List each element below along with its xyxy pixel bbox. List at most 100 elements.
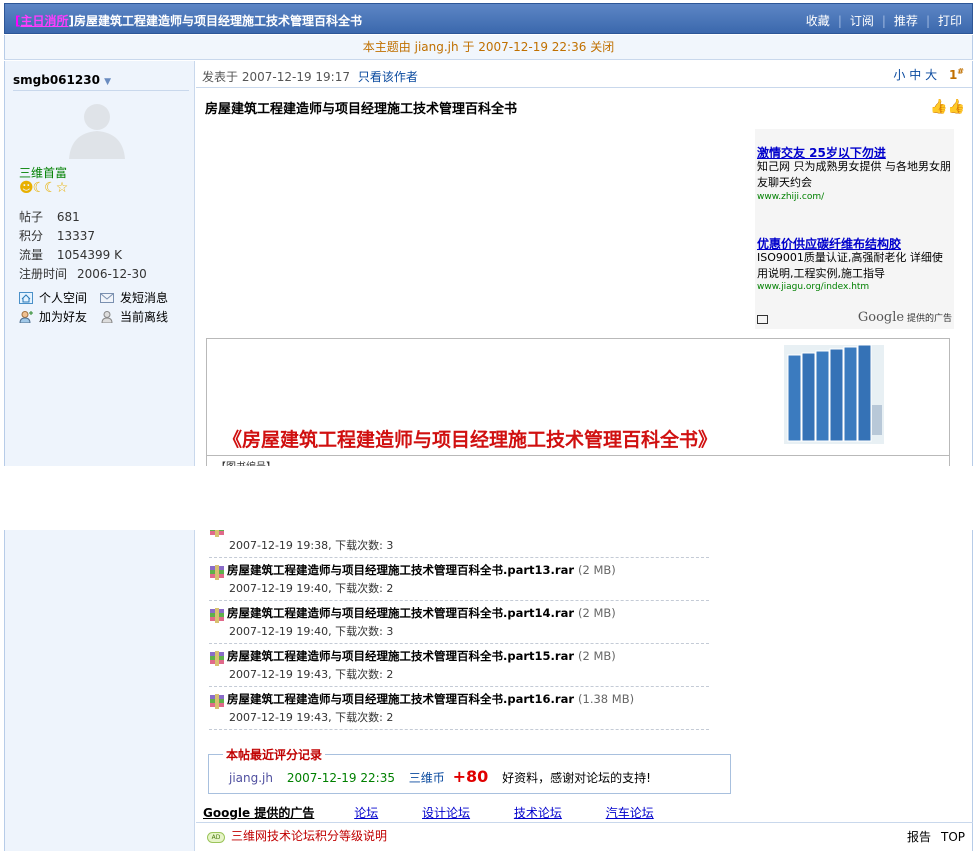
add-friend-link[interactable]: 加为好友 — [19, 308, 87, 325]
thread-tag[interactable]: 主日消所 — [20, 14, 68, 28]
font-size-medium[interactable]: 中 — [909, 68, 921, 82]
rating-points: +80 — [452, 767, 489, 786]
ad-block: 激情交友 25岁以下勿进 知己网 只为成熟男女提供 与各地男女朋友聊天约会 ww… — [755, 129, 954, 329]
attachment-meta: 2007-12-19 19:43, 下载次数: 2 — [229, 711, 394, 724]
thread-title-bar: [主日消所]房屋建筑工程建造师与项目经理施工技术管理百科全书 收藏 | 订阅 | 推荐 |… — [4, 3, 973, 34]
avatar — [69, 104, 125, 159]
book-title: 《房屋建筑工程建造师与项目经理施工技术管理百科全书》 — [223, 429, 718, 451]
rating-record: 本帖最近评分记录 jiang.jh 2007-12-19 22:35 三维币 +… — [208, 746, 731, 794]
footer-ad: AD 三维网技术论坛积分等级说明 — [207, 827, 387, 844]
thread-title: [主日消所]房屋建筑工程建造师与项目经理施工技术管理百科全书 — [15, 12, 362, 29]
post-header: 发表于 2007-12-19 19:17 只看该作者 小 中 大 1# — [196, 61, 973, 87]
username-menu[interactable]: smgb061230 ▼ — [13, 73, 189, 91]
stat-label: 积分 — [19, 229, 44, 243]
stat-posts: 帖子 681 — [19, 208, 80, 225]
rating-caption: 本帖最近评分记录 — [223, 746, 326, 763]
subscribe-link[interactable]: 订阅 — [850, 14, 874, 28]
ad-link-tech-forum[interactable]: 技术论坛 — [514, 806, 562, 820]
ad-link-design-forum[interactable]: 设计论坛 — [422, 806, 470, 820]
offline-user-icon — [101, 311, 113, 323]
attachment-meta: 2007-12-19 19:38, 下载次数: 3 — [229, 539, 394, 552]
attachment-link[interactable]: 房屋建筑工程建造师与项目经理施工技术管理百科全书.part16.rar (1.3… — [227, 691, 634, 707]
report-link[interactable]: 报告 — [907, 830, 931, 844]
separator: | — [837, 14, 842, 28]
attachment-meta: 2007-12-19 19:43, 下载次数: 2 — [229, 668, 394, 681]
font-size-large[interactable]: 大 — [925, 68, 937, 82]
send-message-link[interactable]: 发短消息 — [100, 289, 168, 306]
divider — [207, 455, 949, 456]
ad-description: ISO9001质量认证,高强耐老化 详细使用说明,工程实例,施工指导 — [757, 251, 943, 280]
stat-label: 流量 — [19, 248, 44, 262]
post-tools: 小 中 大 1# — [893, 66, 964, 83]
divider — [196, 87, 973, 88]
attachment-meta: 2007-12-19 19:40, 下载次数: 3 — [229, 625, 394, 638]
post-title: 房屋建筑工程建造师与项目经理施工技术管理百科全书 — [205, 102, 518, 117]
stat-label: 注册时间 — [19, 267, 68, 281]
divider — [972, 61, 973, 466]
thread-actions: 收藏 | 订阅 | 推荐 | 打印 — [806, 12, 962, 29]
stat-label: 帖子 — [19, 210, 44, 224]
google-logo: Google — [857, 310, 905, 325]
stat-points: 积分 13337 — [19, 227, 95, 244]
stat-value: 1054399 K — [56, 248, 122, 262]
floor-number[interactable]: 1# — [949, 67, 964, 82]
ad-url[interactable]: www.jiagu.org/index.htm — [757, 282, 869, 292]
home-icon — [19, 292, 33, 304]
post-footer-actions: 报告 TOP — [897, 828, 965, 845]
recommend-link[interactable]: 推荐 — [894, 14, 918, 28]
favorite-link[interactable]: 收藏 — [806, 14, 830, 28]
google-ads-label: Google 提供的广告 — [857, 310, 952, 325]
attachment-item: 房屋建筑工程建造师与项目经理施工技术管理百科全书.part16.rar (1.3… — [209, 687, 709, 730]
ad-description: 知己网 只为成熟男女提供 与各地男女朋友聊天约会 — [757, 160, 951, 189]
book-banner: 《房屋建筑工程建造师与项目经理施工技术管理百科全书》 — [206, 338, 950, 466]
rar-archive-icon — [210, 608, 224, 623]
rank-stars-icon: ☻☾☾☆ — [19, 180, 68, 196]
username[interactable]: smgb061230 — [13, 73, 100, 87]
rating-row: jiang.jh 2007-12-19 22:35 三维币 +80 好资料，感谢… — [229, 767, 651, 786]
only-author-link[interactable]: 只看该作者 — [358, 70, 418, 84]
rar-archive-icon — [210, 565, 224, 580]
thread-title-text: 房屋建筑工程建造师与项目经理施工技术管理百科全书 — [73, 14, 362, 28]
separator: | — [881, 14, 886, 28]
thumbs-up-icon[interactable]: 👍👍 — [930, 99, 965, 115]
envelope-icon — [100, 293, 114, 303]
google-link-ads: Google 提供的广告 论坛 设计论坛 技术论坛 汽车论坛 — [203, 804, 694, 821]
divider — [196, 822, 973, 823]
posted-prefix: 发表于 — [202, 70, 239, 84]
attachment-link[interactable]: 房屋建筑工程建造师与项目经理施工技术管理百科全书.part14.rar (2 M… — [227, 605, 616, 621]
user-sidebar: smgb061230 ▼ 三维首富 ☻☾☾☆ 帖子 681 积分 13337 流… — [4, 61, 195, 466]
attachment-link[interactable]: 房屋建筑工程建造师与项目经理施工技术管理百科全书.part15.rar (2 M… — [227, 648, 616, 664]
post-meta: 发表于 2007-12-19 19:17 只看该作者 — [202, 68, 418, 85]
stat-value: 13337 — [56, 229, 96, 243]
ad-link-auto-forum[interactable]: 汽车论坛 — [606, 806, 654, 820]
points-rules-link[interactable]: 三维网技术论坛积分等级说明 — [231, 829, 387, 843]
user-group: 三维首富 — [19, 166, 68, 180]
thread-closed-notice: 本主题由 jiang.jh 于 2007-12-19 22:36 关闭 — [4, 35, 973, 60]
attachment-meta: 2007-12-19 19:40, 下载次数: 2 — [229, 582, 394, 595]
chevron-down-icon[interactable]: ▼ — [104, 77, 111, 87]
book-set-image — [784, 345, 884, 444]
stat-value: 681 — [56, 210, 80, 224]
stat-registered: 注册时间 2006-12-30 — [19, 265, 147, 282]
google-ads-header[interactable]: Google 提供的广告 — [203, 806, 314, 820]
separator: | — [925, 14, 930, 28]
personal-space-link[interactable]: 个人空间 — [19, 289, 87, 306]
top-link[interactable]: TOP — [941, 830, 965, 844]
rar-archive-icon — [210, 694, 224, 709]
ad-badge-icon: AD — [207, 832, 225, 843]
stat-traffic: 流量 1054399 K — [19, 246, 122, 263]
ad-url[interactable]: www.zhiji.com/ — [757, 192, 824, 202]
ad-link-forum[interactable]: 论坛 — [354, 806, 378, 820]
attachment-link[interactable]: 房屋建筑工程建造师与项目经理施工技术管理百科全书.part13.rar (2 M… — [227, 562, 616, 578]
divider — [972, 530, 973, 851]
user-sidebar-lower — [4, 530, 195, 851]
font-size-small[interactable]: 小 — [893, 68, 905, 82]
print-link[interactable]: 打印 — [938, 14, 962, 28]
attachment-item: 房屋建筑工程建造师与项目经理施工技术管理百科全书.part15.rar (2 M… — [209, 644, 709, 687]
attachment-item: 房屋建筑工程建造师与项目经理施工技术管理百科全书.part13.rar (2 M… — [209, 558, 709, 601]
external-link-icon[interactable] — [757, 315, 768, 324]
blank-gap — [0, 466, 977, 530]
rating-user[interactable]: jiang.jh — [229, 771, 273, 785]
posted-at: 2007-12-19 19:17 — [241, 70, 350, 84]
rar-archive-icon — [210, 651, 224, 666]
